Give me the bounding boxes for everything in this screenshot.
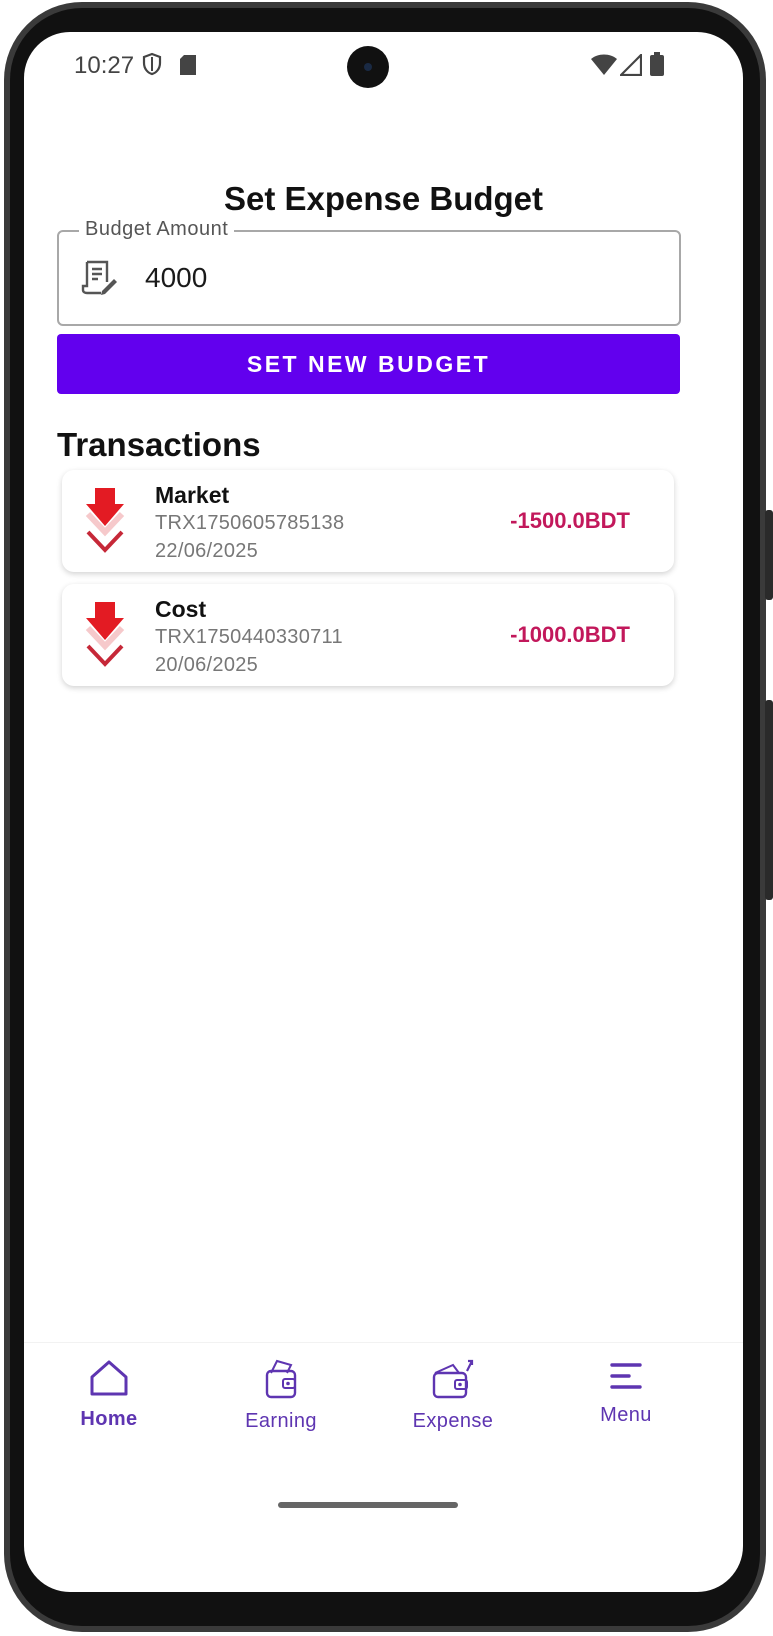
page-title: Set Expense Budget [223,180,544,217]
bottom-navigation: Home Earning Expense Menu [24,1342,743,1473]
nav-item-earning[interactable]: Earning [206,1359,356,1433]
set-new-budget-button[interactable]: SET NEW BUDGET [57,334,680,394]
signal-icon [618,52,643,81]
shield-icon [142,52,162,81]
gesture-home-bar[interactable] [278,1502,458,1508]
status-time: 10:27 [74,52,135,79]
front-camera [347,46,389,88]
transaction-id: TRX1750440330711 [155,626,343,648]
budget-amount-label: Budget Amount [79,218,235,241]
status-bar: 10:27 [24,32,743,102]
screen: 10:27 Set Expense Budget Budget Amount 4… [24,32,743,1592]
nav-label-home: Home [80,1408,138,1430]
home-icon [34,1359,184,1402]
nav-label-expense: Expense [412,1410,494,1432]
wallet-out-icon [378,1359,528,1404]
budget-amount-input[interactable]: 4000 [145,262,207,294]
expense-down-arrow-icon [84,602,126,673]
nav-item-home[interactable]: Home [34,1359,184,1431]
transaction-card[interactable]: Cost TRX1750440330711 20/06/2025 -1000.0… [62,584,674,686]
wallet-money-icon [206,1359,356,1404]
expense-down-arrow-icon [84,488,126,559]
transactions-title: Transactions [57,426,261,463]
receipt-edit-icon [81,260,119,301]
battery-icon [650,52,664,81]
transaction-date: 22/06/2025 [155,540,259,562]
transaction-name: Market [155,482,230,508]
transaction-amount: -1500.0BDT [510,508,630,533]
power-button [765,510,773,600]
nav-item-expense[interactable]: Expense [378,1359,528,1433]
sd-card-icon [179,54,197,81]
budget-amount-field[interactable]: Budget Amount 4000 [57,218,681,326]
transaction-id: TRX1750605785138 [155,512,345,534]
phone-frame: 10:27 Set Expense Budget Budget Amount 4… [0,0,773,1636]
nav-item-menu[interactable]: Menu [551,1359,701,1427]
transaction-date: 20/06/2025 [155,654,259,676]
volume-button [765,700,773,900]
wifi-icon [591,54,617,81]
transaction-card[interactable]: Market TRX1750605785138 22/06/2025 -1500… [62,470,674,572]
transaction-amount: -1000.0BDT [510,622,630,647]
menu-icon [551,1359,701,1398]
nav-label-earning: Earning [245,1410,317,1432]
nav-label-menu: Menu [600,1404,652,1426]
transaction-name: Cost [155,596,207,622]
